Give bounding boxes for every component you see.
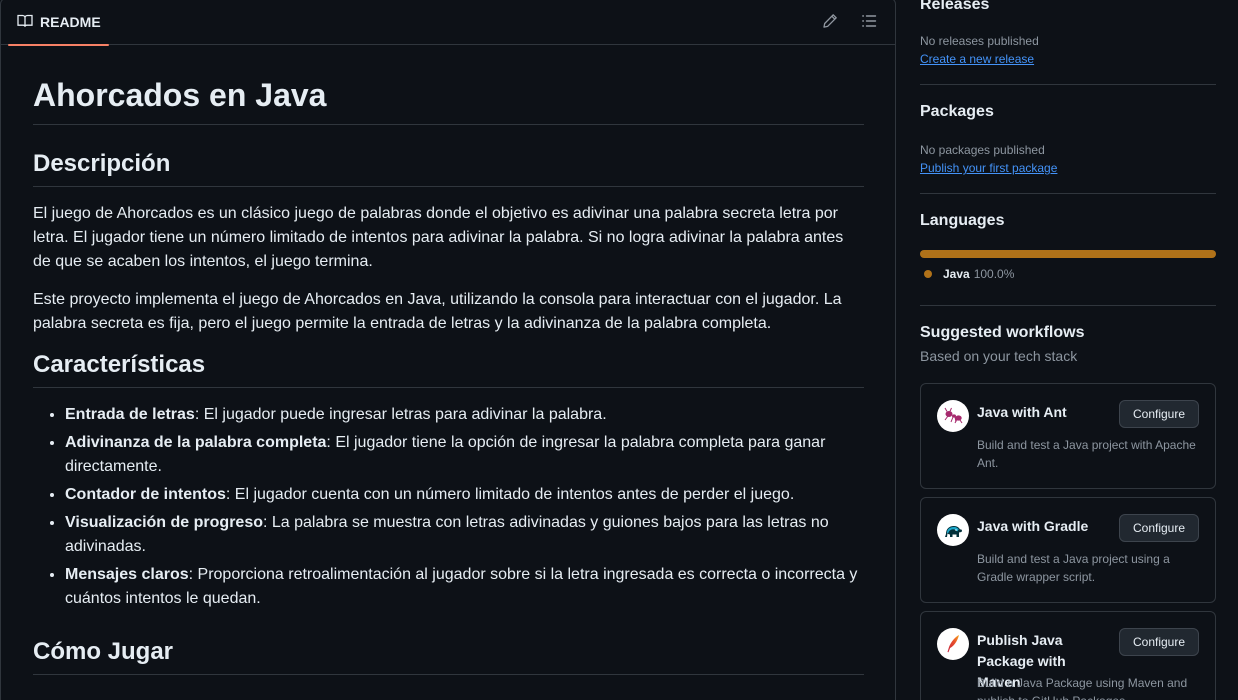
readme-content: Ahorcados en Java Descripción El juego d… bbox=[33, 75, 864, 690]
readme-tab[interactable]: README bbox=[8, 0, 109, 46]
readme-header: README bbox=[1, 0, 895, 46]
publish-package-link[interactable]: Publish your first package bbox=[920, 161, 1057, 175]
readme-title: Ahorcados en Java bbox=[33, 75, 864, 125]
divider bbox=[920, 193, 1216, 194]
packages-empty-text: No packages published bbox=[920, 143, 1045, 157]
feature-name: Entrada de letras bbox=[65, 406, 195, 423]
heading-descripcion: Descripción bbox=[33, 149, 864, 187]
repository-page: README Ahorcados en Java Descripción El … bbox=[0, 0, 1238, 700]
workflow-description: Build and test a Java project using a Gr… bbox=[977, 552, 1170, 584]
list-item: Mensajes claros: Proporciona retroalimen… bbox=[65, 563, 864, 611]
divider bbox=[920, 305, 1216, 306]
workflows-title: Suggested workflows bbox=[920, 324, 1085, 341]
releases-empty-text: No releases published bbox=[920, 34, 1039, 48]
ant-icon bbox=[937, 400, 969, 432]
workflow-card-ant: Java with Ant Build and test a Java proj… bbox=[920, 383, 1216, 489]
releases-title[interactable]: Releases bbox=[920, 0, 989, 14]
workflow-title: Java with Gradle bbox=[977, 518, 1089, 534]
configure-button[interactable]: Configure bbox=[1119, 514, 1199, 542]
list-item: Contador de intentos: El jugador cuenta … bbox=[65, 483, 864, 507]
gradle-elephant-icon bbox=[937, 514, 969, 546]
configure-button[interactable]: Configure bbox=[1119, 400, 1199, 428]
paragraph: El juego de Ahorcados es un clásico jueg… bbox=[33, 205, 844, 270]
workflow-description: Build and test a Java project with Apach… bbox=[977, 438, 1196, 470]
book-icon bbox=[17, 13, 33, 32]
feature-name: Contador de intentos bbox=[65, 486, 226, 503]
workflows-subtitle: Based on your tech stack bbox=[920, 348, 1078, 364]
divider bbox=[920, 84, 1216, 85]
feature-text: : El jugador cuenta con un número limita… bbox=[225, 486, 795, 503]
feature-name: Visualización de progreso bbox=[65, 514, 263, 531]
readme-tab-label: README bbox=[40, 14, 101, 30]
list-icon[interactable] bbox=[860, 12, 878, 30]
language-name: Java bbox=[943, 267, 970, 281]
readme-panel: README Ahorcados en Java Descripción El … bbox=[0, 0, 896, 700]
language-bar-java bbox=[920, 250, 1216, 258]
language-percent: 100.0% bbox=[973, 267, 1015, 281]
workflow-card-maven: Publish Java Package with Maven Build a … bbox=[920, 611, 1216, 700]
feature-list: Entrada de letras: El jugador puede ingr… bbox=[33, 403, 864, 611]
feature-text: : El jugador puede ingresar letras para … bbox=[194, 406, 607, 423]
maven-feather-icon bbox=[937, 628, 969, 660]
heading-caracteristicas: Características bbox=[33, 350, 864, 388]
workflow-title: Java with Ant bbox=[977, 404, 1067, 420]
language-color-dot bbox=[924, 270, 932, 278]
paragraph: Este proyecto implementa el juego de Aho… bbox=[33, 291, 842, 332]
pencil-icon[interactable] bbox=[821, 12, 839, 30]
language-item-java[interactable]: Java 100.0% bbox=[924, 267, 1014, 281]
heading-como-jugar: Cómo Jugar bbox=[33, 637, 864, 675]
list-item: Visualización de progreso: La palabra se… bbox=[65, 511, 864, 559]
workflow-description: Build a Java Package using Maven and pub… bbox=[977, 676, 1188, 700]
languages-title: Languages bbox=[920, 212, 1005, 229]
workflow-card-gradle: Java with Gradle Build and test a Java p… bbox=[920, 497, 1216, 603]
create-release-link[interactable]: Create a new release bbox=[920, 52, 1034, 66]
list-item: Adivinanza de la palabra completa: El ju… bbox=[65, 431, 864, 479]
list-item: Entrada de letras: El jugador puede ingr… bbox=[65, 403, 864, 427]
feature-name: Adivinanza de la palabra completa bbox=[65, 434, 327, 451]
feature-name: Mensajes claros bbox=[65, 566, 189, 583]
configure-button[interactable]: Configure bbox=[1119, 628, 1199, 656]
packages-title[interactable]: Packages bbox=[920, 103, 994, 121]
